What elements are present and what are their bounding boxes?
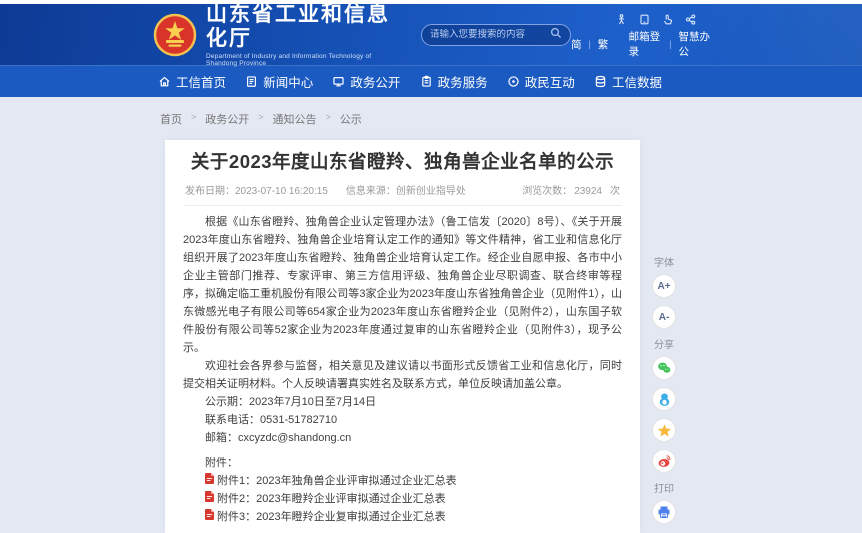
breadcrumb-current: 公示 — [340, 111, 362, 127]
attachment-label: 附件2：2023年瞪羚企业评审拟通过企业汇总表 — [217, 490, 446, 508]
touch-icon[interactable] — [662, 14, 673, 25]
publish-date-value: 2023-07-10 16:20:15 — [235, 186, 328, 197]
view-count-value: 23924 — [574, 186, 602, 197]
search-icon[interactable] — [550, 26, 562, 44]
link-divider: | — [669, 39, 671, 49]
publish-date: 发布日期：2023-07-10 16:20:15 — [185, 182, 328, 197]
national-emblem-icon — [153, 13, 197, 57]
font-increase-button[interactable]: A+ — [652, 274, 676, 298]
print-label: 打印 — [646, 480, 682, 495]
site-brand: 山东省工业和信息化厅 Department of Industry and In… — [153, 3, 403, 67]
link-divider: | — [588, 39, 590, 49]
article-meta: 发布日期：2023-07-10 16:20:15 信息来源：创新创业指导处 浏览… — [183, 179, 622, 206]
font-decrease-button[interactable]: A- — [652, 305, 676, 329]
info-source: 信息来源：创新创业指导处 — [346, 182, 466, 197]
font-size-label: 字体 — [646, 254, 682, 269]
attachment-link-2[interactable]: 附件2：2023年瞪羚企业评审拟通过企业汇总表 — [183, 490, 622, 508]
mail-login-link[interactable]: 邮箱登录 — [629, 29, 662, 59]
breadcrumb-notices[interactable]: 通知公告 — [273, 111, 317, 127]
article-card: 关于2023年度山东省瞪羚、独角兽企业名单的公示 发布日期：2023-07-10… — [165, 140, 640, 533]
qzone-icon — [657, 423, 672, 438]
article-body: 根据《山东省瞪羚、独角兽企业认定管理办法》（鲁工信发〔2020〕8号）、《关于开… — [183, 206, 622, 533]
contact-email-line: 邮箱：cxcyzdc@shandong.cn — [183, 429, 622, 447]
meta-left: 发布日期：2023-07-10 16:20:15 信息来源：创新创业指导处 — [185, 182, 480, 197]
attachment-link-1[interactable]: 附件1：2023年独角兽企业评审拟通过企业汇总表 — [183, 472, 622, 490]
home-icon — [158, 75, 171, 88]
search-input[interactable] — [430, 29, 550, 40]
publicity-period-line: 公示期：2023年7月10日至7月14日 — [183, 393, 622, 411]
site-subtitle: Department of Industry and Information T… — [206, 53, 403, 67]
attachment-label: 附件3：2023年瞪羚企业复审拟通过企业汇总表 — [217, 508, 446, 526]
lang-simplified-link[interactable]: 简 — [571, 37, 582, 52]
share-wechat-button[interactable] — [652, 356, 676, 380]
link-icon[interactable] — [685, 14, 696, 25]
article-title: 关于2023年度山东省瞪羚、独角兽企业名单的公示 — [183, 150, 622, 174]
print-button[interactable] — [652, 500, 676, 524]
share-qzone-button[interactable] — [652, 418, 676, 442]
breadcrumb-gov-open[interactable]: 政务公开 — [205, 111, 249, 127]
header-utilities: 简 | 繁 邮箱登录 | 智慧办公 — [571, 10, 712, 59]
attachments-label: 附件： — [183, 454, 622, 472]
smart-office-link[interactable]: 智慧办公 — [679, 29, 712, 59]
pdf-icon — [205, 508, 214, 526]
site-header: 山东省工业和信息化厅 Department of Industry and In… — [0, 4, 862, 65]
side-toolbar: 字体 A+ A- 分享 — [646, 247, 682, 531]
site-search — [421, 24, 571, 46]
breadcrumb-separator: > — [191, 111, 196, 122]
info-source-value: 创新创业指导处 — [396, 186, 466, 197]
nav-item-news[interactable]: 新闻中心 — [245, 72, 313, 91]
view-count-label: 浏览次数： — [522, 186, 572, 197]
news-icon — [245, 75, 258, 88]
interaction-icon — [507, 75, 520, 88]
data-icon — [594, 75, 607, 88]
nav-label: 工信首页 — [176, 72, 226, 91]
nav-item-home[interactable]: 工信首页 — [158, 72, 226, 91]
header-links: 简 | 繁 邮箱登录 | 智慧办公 — [571, 29, 712, 59]
nav-item-data[interactable]: 工信数据 — [594, 72, 662, 91]
share-qq-button[interactable] — [652, 387, 676, 411]
nav-label: 政民互动 — [525, 72, 575, 91]
lang-traditional-link[interactable]: 繁 — [598, 37, 609, 52]
site-titles: 山东省工业和信息化厅 Department of Industry and In… — [206, 3, 403, 67]
publish-date-label: 发布日期： — [185, 186, 235, 197]
gov-open-icon — [332, 75, 345, 88]
attachments-section: 附件： 附件1：2023年独角兽企业评审拟通过企业汇总表 附件2：2023年瞪羚… — [183, 454, 622, 526]
share-weibo-button[interactable] — [652, 449, 676, 473]
wechat-icon — [656, 360, 672, 376]
view-count-unit: 次 — [610, 186, 620, 197]
attachment-label: 附件1：2023年独角兽企业评审拟通过企业汇总表 — [217, 472, 457, 490]
nav-label: 政务公开 — [350, 72, 400, 91]
nav-label: 政务服务 — [438, 72, 488, 91]
breadcrumb: 首页 > 政务公开 > 通知公告 > 公示 — [0, 97, 862, 140]
paragraph-1: 根据《山东省瞪羚、独角兽企业认定管理办法》（鲁工信发〔2020〕8号）、《关于开… — [183, 213, 622, 357]
breadcrumb-separator: > — [258, 111, 263, 122]
main-navigation: 工信首页 新闻中心 政务公开 政务服务 政民互动 — [0, 65, 862, 97]
qq-icon — [657, 392, 672, 407]
pdf-icon — [205, 472, 214, 490]
nav-item-interaction[interactable]: 政民互动 — [507, 72, 575, 91]
attachment-link-3[interactable]: 附件3：2023年瞪羚企业复审拟通过企业汇总表 — [183, 508, 622, 526]
share-label: 分享 — [646, 336, 682, 351]
nav-label: 工信数据 — [612, 72, 662, 91]
nav-item-gov-open[interactable]: 政务公开 — [332, 72, 400, 91]
breadcrumb-separator: > — [326, 111, 331, 122]
printer-icon — [657, 505, 671, 519]
gov-service-icon — [420, 75, 433, 88]
contact-phone-line: 联系电话：0531-51782710 — [183, 411, 622, 429]
paragraph-2: 欢迎社会各界参与监督，相关意见及建议请以书面形式反馈省工业和信息化厅，同时提交相… — [183, 357, 622, 393]
info-source-label: 信息来源： — [346, 186, 396, 197]
breadcrumb-home[interactable]: 首页 — [160, 111, 182, 127]
utility-icon-row — [616, 14, 712, 25]
site-title: 山东省工业和信息化厅 — [206, 3, 403, 51]
pdf-icon — [205, 490, 214, 508]
weibo-icon — [656, 453, 672, 469]
accessibility-icon[interactable] — [616, 14, 627, 25]
nav-label: 新闻中心 — [263, 72, 313, 91]
view-count: 浏览次数：23924 次 — [522, 182, 620, 197]
nav-item-gov-service[interactable]: 政务服务 — [420, 72, 488, 91]
tablet-icon[interactable] — [639, 14, 650, 25]
